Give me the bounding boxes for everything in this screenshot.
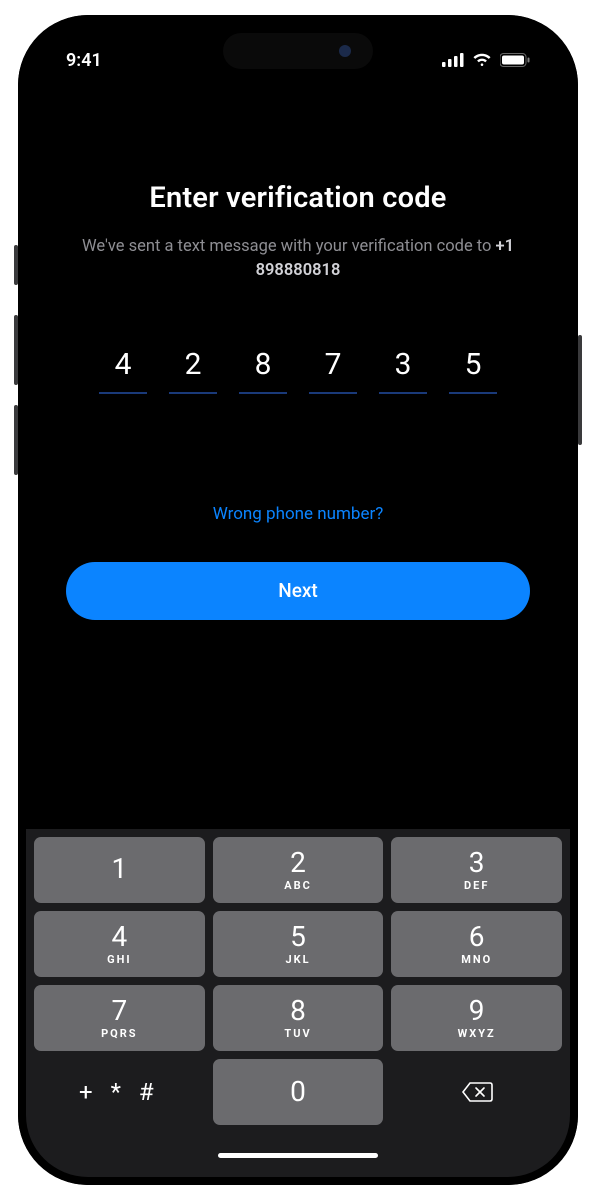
keypad-key-2[interactable]: 2ABC [213, 837, 384, 903]
keypad-key-7[interactable]: 7PQRS [34, 985, 205, 1051]
mute-switch [14, 245, 18, 285]
keypad-key-0[interactable]: 0 [213, 1059, 384, 1125]
home-indicator[interactable] [26, 1133, 570, 1177]
numeric-keypad: 1 2ABC 3DEF 4GHI 5JKL 6MNO 7PQRS 8TUV 9W… [26, 829, 570, 1133]
code-digit-4[interactable]: 7 [309, 347, 357, 394]
code-digit-3[interactable]: 8 [239, 347, 287, 394]
wrong-number-link[interactable]: Wrong phone number? [66, 504, 530, 524]
next-button[interactable]: Next [66, 562, 530, 620]
code-input-row[interactable]: 4 2 8 7 3 5 [66, 347, 530, 394]
code-digit-5[interactable]: 3 [379, 347, 427, 394]
battery-icon [500, 53, 530, 67]
keypad-key-4[interactable]: 4GHI [34, 911, 205, 977]
code-digit-2[interactable]: 2 [169, 347, 217, 394]
keypad-key-backspace[interactable] [391, 1059, 562, 1125]
keypad-key-symbols[interactable]: + * # [34, 1059, 205, 1125]
status-time: 9:41 [66, 50, 102, 71]
keypad-key-3[interactable]: 3DEF [391, 837, 562, 903]
dynamic-island [223, 33, 373, 69]
power-button [578, 335, 582, 445]
keypad-key-6[interactable]: 6MNO [391, 911, 562, 977]
subtitle: We've sent a text message with your veri… [66, 235, 530, 283]
code-digit-1[interactable]: 4 [99, 347, 147, 394]
phone-device-frame: 9:41 Enter verification code We've sent … [18, 15, 578, 1185]
volume-up-button [14, 315, 18, 385]
code-digit-6[interactable]: 5 [449, 347, 497, 394]
page-title: Enter verification code [66, 181, 530, 215]
keypad-key-1[interactable]: 1 [34, 837, 205, 903]
wifi-icon [472, 53, 492, 67]
volume-down-button [14, 405, 18, 475]
backspace-icon [461, 1080, 493, 1104]
keypad-key-5[interactable]: 5JKL [213, 911, 384, 977]
keypad-key-9[interactable]: 9WXYZ [391, 985, 562, 1051]
subtitle-text: We've sent a text message with your veri… [82, 237, 496, 256]
keypad-key-8[interactable]: 8TUV [213, 985, 384, 1051]
cellular-icon [442, 53, 464, 67]
